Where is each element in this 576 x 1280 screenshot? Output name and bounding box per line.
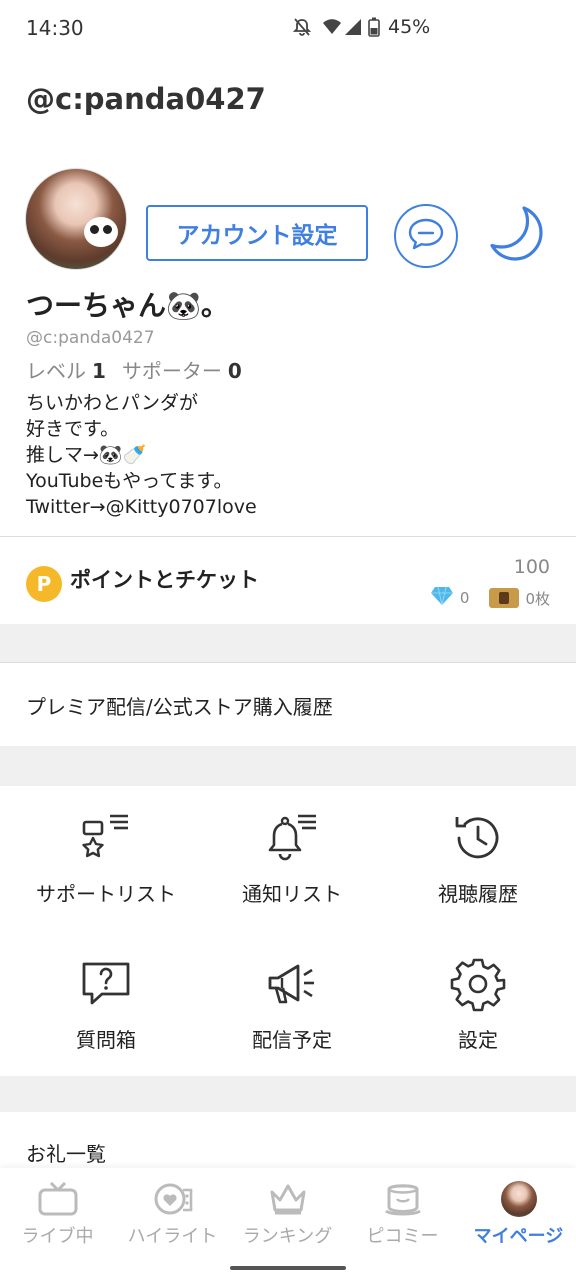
moon-icon: [486, 202, 548, 268]
message-button[interactable]: [394, 204, 458, 268]
ticket-icon: [489, 588, 520, 608]
settings-label: 設定: [458, 1028, 498, 1052]
question-box-label: 質問箱: [76, 1028, 136, 1052]
avatar[interactable]: [25, 168, 127, 270]
section-separator: [0, 624, 576, 662]
home-indicator: [230, 1266, 346, 1270]
ticket-count: 0枚: [525, 589, 550, 608]
gem-count: 0: [459, 589, 470, 607]
user-handle: @c:panda0427: [26, 328, 155, 348]
nav-live[interactable]: ライブ中: [0, 1180, 115, 1250]
premium-purchase-history-row[interactable]: プレミア配信/公式ストア購入履歴: [0, 664, 576, 746]
broadcast-schedule-item[interactable]: 配信予定: [196, 954, 388, 1084]
page-title: @c:panda0427: [26, 82, 266, 116]
picomy-icon: [383, 1180, 423, 1218]
point-icon: P: [26, 566, 62, 602]
support-list-icon: [76, 808, 136, 868]
question-box-icon: [76, 954, 136, 1014]
battery-percent: 45%: [388, 16, 431, 38]
divider: [0, 662, 576, 663]
nav-mypage-label: マイページ: [473, 1226, 564, 1247]
notification-list-label: 通知リスト: [242, 882, 342, 906]
nav-live-label: ライブ中: [21, 1226, 94, 1247]
points-value: 100: [513, 556, 550, 578]
section-separator: [0, 1076, 576, 1112]
diamond-icon: [430, 586, 454, 610]
chat-bubble-icon: [407, 217, 445, 255]
settings-item[interactable]: 設定: [382, 954, 574, 1084]
balance-summary: 0 0枚: [430, 586, 550, 610]
mute-notification-icon: [292, 17, 312, 41]
supporter-label: サポーター: [121, 359, 222, 383]
thanks-list-row[interactable]: お礼一覧: [26, 1138, 106, 1167]
status-bar: 14:30 45%: [0, 0, 576, 56]
level-label: レベル: [26, 359, 86, 383]
nav-mypage[interactable]: マイページ: [461, 1180, 576, 1250]
megaphone-icon: [262, 954, 322, 1014]
support-list-label: サポートリスト: [36, 882, 176, 906]
status-time: 14:30: [26, 16, 84, 40]
highlight-icon: [153, 1180, 193, 1218]
nav-highlight-label: ハイライト: [127, 1226, 218, 1247]
nav-ranking[interactable]: ランキング: [230, 1180, 345, 1250]
tv-icon: [38, 1180, 78, 1218]
panda-decoration: [84, 217, 118, 247]
avatar: [500, 1181, 537, 1217]
nav-highlight[interactable]: ハイライト: [115, 1180, 230, 1250]
battery-icon: [368, 17, 380, 41]
question-box-item[interactable]: 質問箱: [10, 954, 202, 1084]
support-list-item[interactable]: サポートリスト: [10, 808, 202, 938]
level-value: 1: [92, 359, 106, 383]
points-label: ポイントとチケット: [70, 568, 259, 592]
gear-icon: [448, 954, 508, 1014]
points-and-tickets-row[interactable]: P ポイントとチケット 100 0 0枚: [0, 538, 576, 624]
supporter-value: 0: [227, 359, 242, 383]
crown-icon: [268, 1180, 308, 1218]
profile-bio: ちいかわとパンダが 好きです。 推しマ→🐼🍼 YouTubeもやってます。 Tw…: [26, 392, 257, 518]
signal-icon: [344, 18, 362, 40]
nav-ranking-label: ランキング: [242, 1226, 333, 1247]
bottom-navigation: ライブ中 ハイライト ランキング ピコミー マイページ: [0, 1168, 576, 1280]
broadcast-schedule-label: 配信予定: [252, 1028, 332, 1052]
section-separator: [0, 746, 576, 786]
watch-history-label: 視聴履歴: [438, 882, 518, 906]
user-stats: レベル 1 サポーター 0: [26, 355, 252, 384]
nav-picomy-label: ピコミー: [366, 1226, 439, 1247]
display-name: つーちゃん🐼。: [26, 289, 229, 322]
account-settings-button[interactable]: アカウント設定: [146, 205, 368, 261]
dark-mode-toggle[interactable]: [484, 202, 550, 268]
notification-list-icon: [262, 808, 322, 868]
watch-history-item[interactable]: 視聴履歴: [382, 808, 574, 938]
nav-picomy[interactable]: ピコミー: [345, 1180, 460, 1250]
menu-grid: サポートリスト 通知リスト 視聴履歴 質問箱 配信予定 設定: [0, 786, 576, 1076]
wifi-icon: [322, 18, 342, 40]
notification-list-item[interactable]: 通知リスト: [196, 808, 388, 938]
divider: [0, 536, 576, 537]
history-icon: [448, 808, 508, 868]
